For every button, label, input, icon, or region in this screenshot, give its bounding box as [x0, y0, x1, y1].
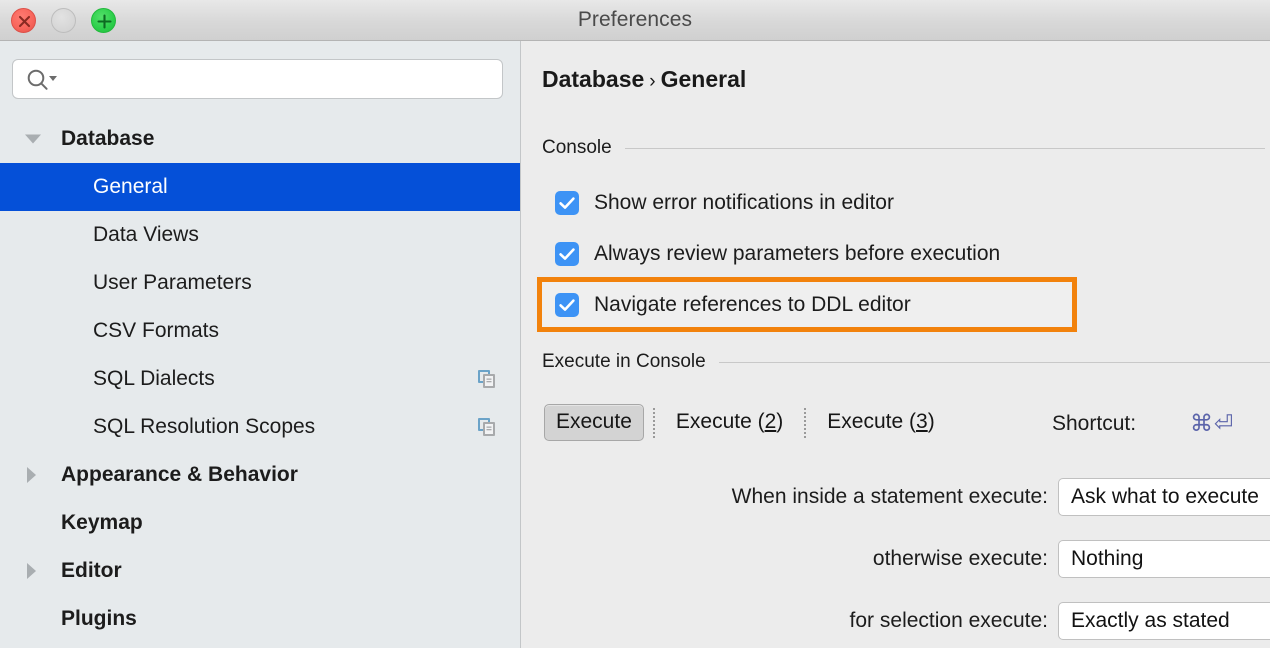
tab-label: Execute ( [827, 410, 917, 433]
tab-mnemonic: 2 [764, 410, 777, 433]
dropdown-value: Ask what to execute [1071, 485, 1259, 508]
sidebar-item-label: Database [61, 127, 155, 150]
shortcut-label: Shortcut: [1052, 412, 1137, 435]
dropdown-otherwise-execute[interactable]: Nothing [1058, 540, 1270, 578]
settings-sidebar: Database General Data Views User Parameters… [0, 41, 521, 648]
tab-execute-1[interactable]: Execute [544, 404, 644, 441]
chevron-right-icon[interactable] [27, 563, 36, 579]
search-field-wrapper [12, 59, 503, 99]
sidebar-item-label: General [93, 175, 168, 198]
sidebar-item-plugins[interactable]: Plugins [0, 595, 520, 643]
checkbox-checked-icon[interactable] [555, 191, 579, 215]
copy-settings-icon[interactable] [477, 369, 497, 389]
search-input[interactable] [65, 60, 495, 98]
tab-execute-3[interactable]: Execute (3) [815, 404, 946, 441]
sidebar-item-label: User Parameters [93, 271, 252, 294]
sidebar-item-editor[interactable]: Editor [0, 547, 520, 595]
search-icon[interactable] [26, 69, 60, 91]
checkbox-checked-icon[interactable] [555, 293, 579, 317]
breadcrumb-root[interactable]: Database [542, 66, 644, 92]
console-section-header: Console [542, 137, 1270, 159]
execute-tabs: Execute Execute (2) Execute (3) [544, 404, 947, 441]
dropdown-for-selection-execute[interactable]: Exactly as stated [1058, 602, 1270, 640]
sidebar-item-label: Data Views [93, 223, 199, 246]
dropdown-value: Exactly as stated [1071, 609, 1230, 632]
chevron-right-icon[interactable] [27, 467, 36, 483]
dropdown-value: Nothing [1071, 547, 1144, 570]
tab-separator [804, 407, 807, 438]
sidebar-item-label: Keymap [61, 511, 143, 534]
sidebar-item-label: CSV Formats [93, 319, 220, 342]
sidebar-item-database[interactable]: Database [0, 115, 520, 163]
sidebar-item-label: SQL Resolution Scopes [93, 415, 316, 438]
breadcrumb: Database › General [542, 66, 746, 93]
breadcrumb-separator-icon: › [649, 71, 656, 92]
tab-label: Execute [556, 410, 632, 433]
sidebar-item-general[interactable]: General [0, 163, 520, 211]
console-section-title: Console [542, 137, 612, 158]
sidebar-item-csv-formats[interactable]: CSV Formats [0, 307, 520, 355]
breadcrumb-current: General [660, 66, 747, 92]
sidebar-item-data-views[interactable]: Data Views [0, 211, 520, 259]
form-row-label: for selection execute: [849, 609, 1048, 632]
execute-section-title: Execute in Console [542, 351, 706, 372]
checkbox-label: Always review parameters before executio… [594, 242, 1001, 265]
checkbox-row[interactable]: Always review parameters before executio… [555, 242, 1000, 266]
settings-tree: Database General Data Views User Parameters… [0, 115, 520, 643]
copy-settings-icon[interactable] [477, 417, 497, 437]
sidebar-item-sql-dialects[interactable]: SQL Dialects [0, 355, 520, 403]
tab-mnemonic: 3 [916, 410, 928, 433]
sidebar-item-appearance-behavior[interactable]: Appearance & Behavior [0, 451, 520, 499]
form-row: for selection execute: Exactly as stated [522, 602, 1270, 642]
tab-label-suffix: ) [776, 410, 784, 433]
checkbox-label: Navigate references to DDL editor [594, 293, 911, 316]
section-divider [718, 361, 1270, 363]
settings-content-panel: Database › General Console Show error noti… [522, 41, 1270, 648]
sidebar-item-label: Appearance & Behavior [61, 463, 298, 486]
sidebar-item-user-parameters[interactable]: User Parameters [0, 259, 520, 307]
dropdown-when-inside-a-statement-execute[interactable]: Ask what to execute [1058, 478, 1270, 516]
sidebar-item-label: SQL Dialects [93, 367, 215, 390]
sidebar-item-label: Editor [61, 559, 122, 582]
form-row: When inside a statement execute: Ask what… [522, 478, 1270, 518]
sidebar-item-sql-resolution-scopes[interactable]: SQL Resolution Scopes [0, 403, 520, 451]
checkbox-row[interactable]: Show error notifications in editor [555, 191, 894, 215]
tab-separator [652, 407, 655, 438]
sidebar-item-keymap[interactable]: Keymap [0, 499, 520, 547]
search-box[interactable] [12, 59, 503, 99]
window-titlebar: Preferences [0, 0, 1270, 41]
shortcut-keys-value[interactable]: ⌘⏎ [1190, 410, 1234, 437]
execute-section-header: Execute in Console [542, 351, 1270, 373]
chevron-down-icon[interactable] [25, 134, 41, 144]
form-row: otherwise execute: Nothing [522, 540, 1270, 580]
section-divider [624, 147, 1265, 149]
window-title: Preferences [577, 8, 693, 31]
checkbox-label: Show error notifications in editor [594, 191, 894, 214]
checkbox-row[interactable]: Navigate references to DDL editor [555, 293, 911, 317]
checkbox-checked-icon[interactable] [555, 242, 579, 266]
form-row-label: otherwise execute: [872, 547, 1048, 570]
tab-execute-2[interactable]: Execute (2) [664, 404, 795, 441]
tab-label-suffix: ) [927, 410, 935, 433]
form-row-label: When inside a statement execute: [731, 485, 1048, 508]
preferences-window: Preferences Database General Data Views Use… [0, 0, 1270, 648]
tab-label: Execute ( [675, 410, 765, 433]
sidebar-item-label: Plugins [61, 607, 137, 630]
